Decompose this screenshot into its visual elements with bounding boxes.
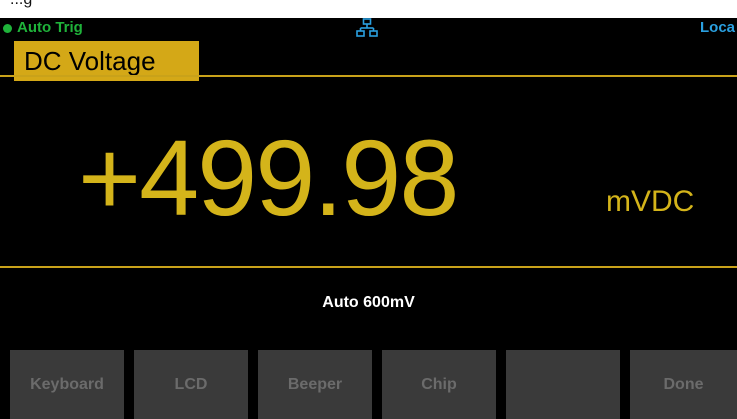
range-label: Auto 600mV [322, 294, 415, 311]
softkey-chip[interactable]: Chip [382, 350, 496, 419]
bottom-divider [0, 266, 737, 268]
status-bar: Auto Trig Loca [0, 18, 737, 38]
measurement-unit: mVDC [606, 185, 695, 218]
network-icon [356, 18, 378, 37]
softkey-keyboard[interactable]: Keyboard [10, 350, 124, 419]
top-divider [0, 75, 737, 77]
trigger-status-dot-icon [3, 24, 12, 33]
softkey-lcd[interactable]: LCD [134, 350, 248, 419]
trigger-mode-label: Auto Trig [17, 19, 83, 36]
softkey-blank[interactable] [506, 350, 620, 419]
softkey-bar: Keyboard LCD Beeper Chip Done [0, 350, 737, 419]
measurement-value: +499.98 [78, 117, 459, 238]
softkey-beeper[interactable]: Beeper [258, 350, 372, 419]
multimeter-screen: Auto Trig Loca DC Voltage +499.98 mVDC A… [0, 18, 737, 419]
caption-text: ...g [10, 0, 150, 8]
remote-status-label: Loca [700, 19, 736, 36]
softkey-done[interactable]: Done [630, 350, 737, 419]
